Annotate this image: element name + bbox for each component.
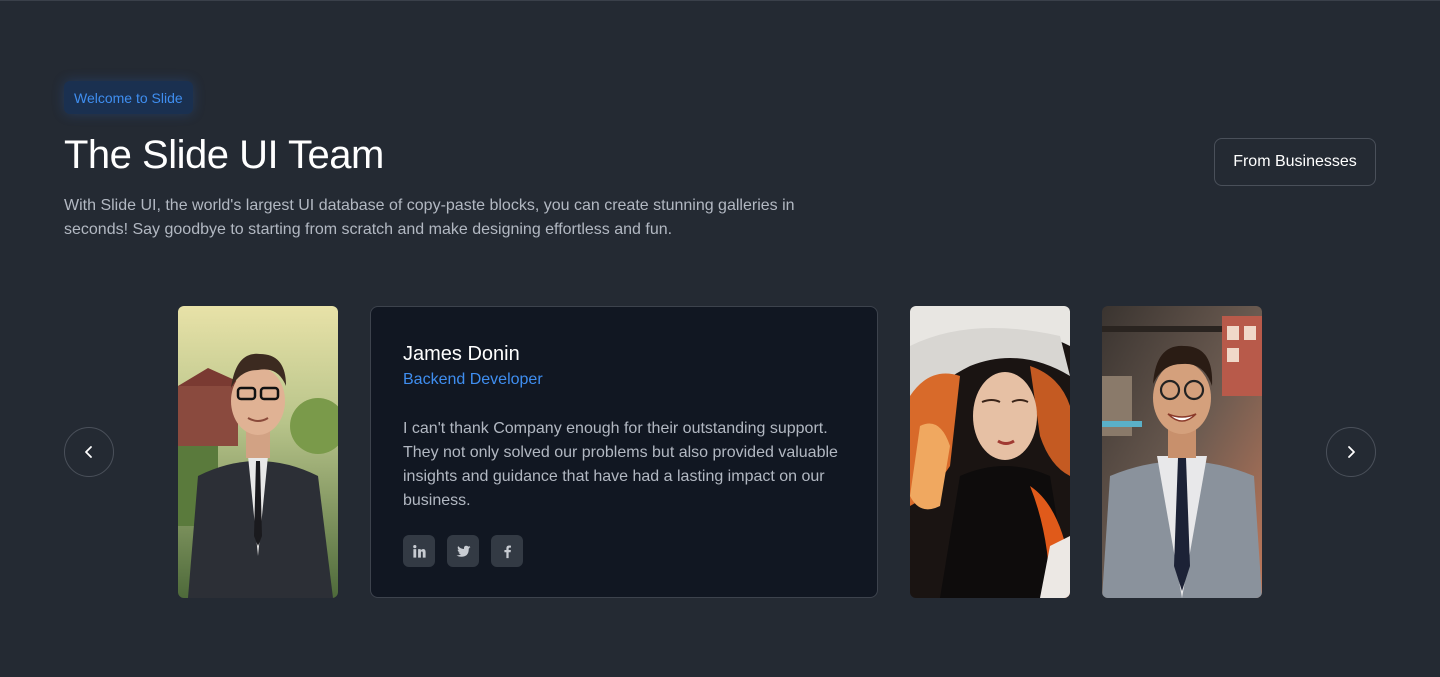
welcome-badge: Welcome to Slide xyxy=(64,81,193,114)
page-subtitle: With Slide UI, the world's largest UI da… xyxy=(64,197,795,238)
facebook-icon xyxy=(503,545,511,558)
chevron-left-icon xyxy=(85,446,92,458)
member-name: James Donin xyxy=(403,343,520,365)
carousel-next-button[interactable] xyxy=(1326,427,1376,477)
portrait-image xyxy=(910,306,1070,598)
team-member-photo[interactable] xyxy=(1102,306,1262,598)
facebook-link[interactable] xyxy=(491,535,523,567)
carousel-prev-button[interactable] xyxy=(64,427,114,477)
page-title: The Slide UI Team xyxy=(64,133,384,177)
portrait-image xyxy=(178,306,338,598)
social-links xyxy=(403,535,523,567)
member-role: Backend Developer xyxy=(403,371,543,388)
team-member-photo[interactable] xyxy=(910,306,1070,598)
team-section: Welcome to Slide The Slide UI Team With … xyxy=(0,0,1440,677)
team-member-photo[interactable] xyxy=(178,306,338,598)
testimonial-card: James Donin Backend Developer I can't th… xyxy=(370,306,878,598)
from-businesses-button[interactable]: From Businesses xyxy=(1214,138,1376,186)
twitter-link[interactable] xyxy=(447,535,479,567)
linkedin-link[interactable] xyxy=(403,535,435,567)
portrait-image xyxy=(1102,306,1262,598)
member-quote: I can't thank Company enough for their o… xyxy=(403,420,838,509)
linkedin-icon xyxy=(412,544,426,558)
twitter-icon xyxy=(455,545,471,557)
chevron-right-icon xyxy=(1348,446,1355,458)
